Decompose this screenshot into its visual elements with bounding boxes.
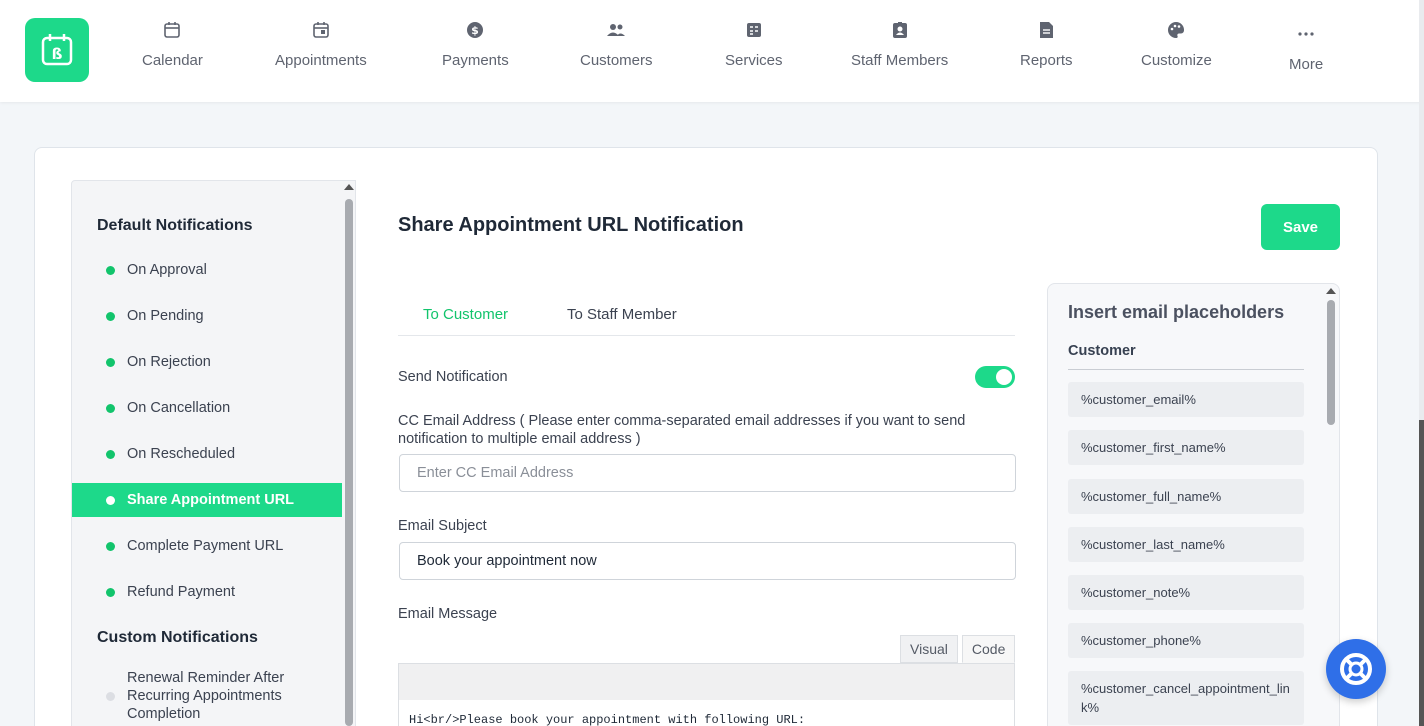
status-dot xyxy=(106,691,115,701)
sidebar-item-on-rescheduled[interactable]: On Rescheduled xyxy=(72,437,342,471)
more-dots-icon xyxy=(1296,24,1316,44)
sidebar-item-complete-payment-url[interactable]: Complete Payment URL xyxy=(72,529,342,563)
email-message-editor[interactable]: Hi<br/>Please book your appointment with… xyxy=(398,700,1015,726)
notifications-sidebar: Default Notifications On Approval On Pen… xyxy=(71,180,356,726)
editor-toolbar xyxy=(398,663,1015,701)
services-icon xyxy=(744,20,764,40)
nav-appointments[interactable]: Appointments xyxy=(275,20,367,69)
sidebar-item-label: On Rejection xyxy=(127,354,211,370)
sidebar-item-label: On Rescheduled xyxy=(127,446,236,462)
app-logo[interactable]: ß xyxy=(25,18,89,82)
recipient-tabs: To Customer To Staff Member xyxy=(398,300,1015,336)
top-navigation: ß Calendar Appointments $ Payments Custo… xyxy=(0,0,1424,102)
status-dot xyxy=(106,357,115,367)
default-notifications-heading: Default Notifications xyxy=(97,217,253,234)
nav-more[interactable]: More xyxy=(1289,24,1323,73)
nav-label: Reports xyxy=(1020,52,1073,69)
editor-mode-tabs: Visual Code xyxy=(900,635,1016,663)
sidebar-item-on-rejection[interactable]: On Rejection xyxy=(72,345,342,379)
send-notification-toggle[interactable] xyxy=(975,366,1015,388)
dollar-circle-icon: $ xyxy=(465,20,485,40)
editor-tab-visual[interactable]: Visual xyxy=(900,635,958,663)
sidebar-item-label: On Pending xyxy=(127,308,204,324)
placeholder-chip[interactable]: %customer_full_name% xyxy=(1068,479,1304,514)
calendar-event-icon xyxy=(311,20,331,40)
sidebar-scroll-thumb[interactable] xyxy=(345,199,353,726)
placeholder-chip[interactable]: %customer_phone% xyxy=(1068,623,1304,658)
sidebar-item-label: Share Appointment URL xyxy=(127,492,295,508)
nav-label: Payments xyxy=(442,52,509,69)
nav-label: Staff Members xyxy=(851,52,949,69)
sidebar-item-on-cancellation[interactable]: On Cancellation xyxy=(72,391,342,425)
users-icon xyxy=(606,20,626,40)
status-dot xyxy=(106,587,115,597)
sidebar-item-label: Complete Payment URL xyxy=(127,538,284,554)
nav-label: More xyxy=(1289,56,1324,73)
calendar-icon xyxy=(162,20,182,40)
sidebar-item-share-appointment-url[interactable]: Share Appointment URL xyxy=(72,483,342,517)
svg-text:$: $ xyxy=(472,24,480,37)
nav-label: Services xyxy=(725,52,783,69)
custom-notifications-heading: Custom Notifications xyxy=(97,629,258,646)
palette-icon xyxy=(1166,20,1186,40)
placeholder-scroll-thumb[interactable] xyxy=(1327,300,1335,425)
scroll-up-arrow-icon[interactable] xyxy=(344,184,354,190)
email-subject-label: Email Subject xyxy=(398,518,487,534)
sidebar-item-label: On Cancellation xyxy=(127,400,231,416)
status-dot xyxy=(106,311,115,321)
page-title: Share Appointment URL Notification xyxy=(398,214,744,236)
editor-tab-code[interactable]: Code xyxy=(961,635,1016,663)
placeholder-chip[interactable]: %customer_first_name% xyxy=(1068,430,1304,465)
cc-email-input[interactable] xyxy=(399,454,1016,492)
scroll-up-arrow-icon[interactable] xyxy=(1326,288,1336,294)
nav-customers[interactable]: Customers xyxy=(580,20,653,69)
svg-text:ß: ß xyxy=(52,45,63,63)
staff-badge-icon xyxy=(890,20,910,40)
nav-label: Customers xyxy=(580,52,653,69)
nav-staff-members[interactable]: Staff Members xyxy=(851,20,948,69)
nav-services[interactable]: Services xyxy=(725,20,783,69)
status-dot xyxy=(106,403,115,413)
save-button[interactable]: Save xyxy=(1261,204,1340,250)
sidebar-item-refund-payment[interactable]: Refund Payment xyxy=(72,575,342,609)
logo-calendar-icon: ß xyxy=(41,34,73,66)
sidebar-item-on-pending[interactable]: On Pending xyxy=(72,299,342,333)
placeholder-chip[interactable]: %customer_last_name% xyxy=(1068,527,1304,562)
tab-to-staff-member[interactable]: To Staff Member xyxy=(567,306,677,323)
status-dot xyxy=(106,541,115,551)
placeholder-panel-title: Insert email placeholders xyxy=(1068,302,1285,322)
lifebuoy-icon xyxy=(1340,653,1372,685)
cc-email-label: CC Email Address ( Please enter comma-se… xyxy=(398,413,966,447)
email-message-label: Email Message xyxy=(398,606,498,622)
nav-reports[interactable]: Reports xyxy=(1020,20,1073,69)
sidebar-item-label: Renewal Reminder After Recurring Appoint… xyxy=(127,670,285,722)
send-notification-label: Send Notification xyxy=(398,369,508,385)
nav-label: Customize xyxy=(1141,52,1212,69)
tab-to-customer[interactable]: To Customer xyxy=(423,306,508,323)
placeholder-group-customer: Customer xyxy=(1068,343,1304,370)
placeholder-chip[interactable]: %customer_note% xyxy=(1068,575,1304,610)
nav-payments[interactable]: $ Payments xyxy=(442,20,509,69)
toggle-knob xyxy=(996,369,1012,385)
help-button[interactable] xyxy=(1326,639,1386,699)
nav-label: Appointments xyxy=(275,52,367,69)
sidebar-item-on-approval[interactable]: On Approval xyxy=(72,253,342,287)
nav-customize[interactable]: Customize xyxy=(1141,20,1212,69)
placeholder-chip[interactable]: %customer_cancel_appointment_link% xyxy=(1068,671,1304,725)
status-dot xyxy=(106,449,115,459)
sidebar-item-label: On Approval xyxy=(127,262,207,278)
placeholder-chip[interactable]: %customer_email% xyxy=(1068,382,1304,417)
nav-label: Calendar xyxy=(142,52,203,69)
report-icon xyxy=(1036,20,1056,40)
sidebar-item-label: Refund Payment xyxy=(127,584,236,600)
page-scroll-thumb[interactable] xyxy=(1419,420,1424,726)
email-subject-input[interactable] xyxy=(399,542,1016,580)
status-dot xyxy=(106,495,115,505)
sidebar-item-renewal-reminder[interactable]: Renewal Reminder After Recurring Appoint… xyxy=(72,669,312,723)
status-dot xyxy=(106,265,115,275)
nav-calendar[interactable]: Calendar xyxy=(142,20,203,69)
